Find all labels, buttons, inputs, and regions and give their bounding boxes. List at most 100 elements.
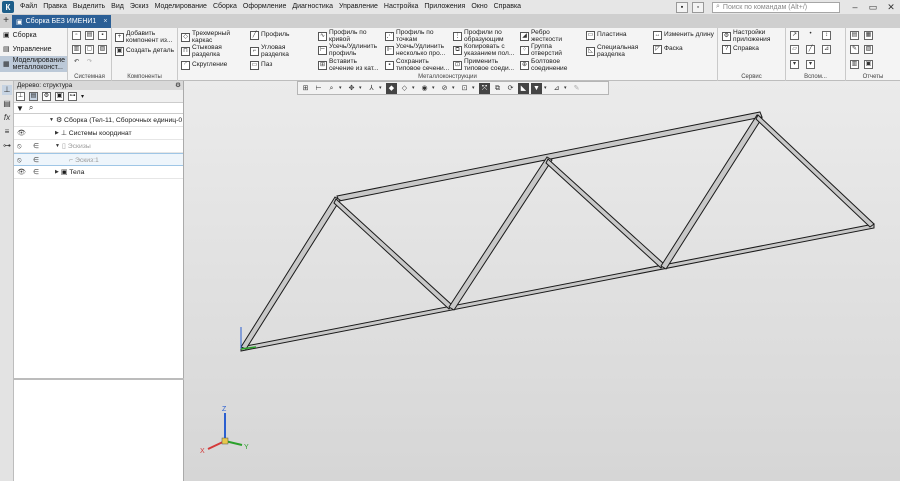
plate-button[interactable]: ▭ Пластина [586,31,627,40]
hole-group-button[interactable]: ⁘ Группа отверстий [520,43,571,57]
menu-view[interactable]: Вид [108,0,127,14]
apply-section-button[interactable]: ⊡ Применить типовое соеди... [453,58,518,72]
help-button[interactable]: ? Справка [722,45,759,54]
mode-metal-structures[interactable]: ▦ Моделирование металлоконст... [0,56,67,72]
special-cut-button[interactable]: ◺ Специальная разделка [586,44,645,58]
close-window-icon[interactable]: ✕ [882,0,900,14]
app-settings-button[interactable]: ⚙ Настройки приложения [722,29,783,43]
trim-multi-button[interactable]: ⊩ Усечь/Удлинить несколько про... [385,43,450,57]
tree-components-icon[interactable]: ⚙ [42,91,51,101]
save-icon[interactable]: ▪ [98,31,107,40]
print-icon[interactable]: ▥ [72,45,81,54]
save-section-button[interactable]: ▪ Сохранить типовое сечени... [385,58,450,72]
trim-extend-button[interactable]: ⊢ Усечь/Удлинить профиль [318,43,381,57]
truss-diagonal-5[interactable] [660,114,763,270]
collapse-arrow-icon[interactable]: ▼ [49,114,54,127]
structure-icon[interactable]: ⊶ [2,141,12,151]
truss-top-chord[interactable] [336,111,763,202]
menu-control[interactable]: Управление [336,0,381,14]
change-length-button[interactable]: ↔ Изменить длину [653,31,714,40]
tab-assembly-document[interactable]: ▣ Сборка БЕЗ ИМЕНИ1 × [12,15,112,28]
profile-generatrix-button[interactable]: ⋮ Профили по образующим [453,29,512,43]
fillet-button[interactable]: ◜ Скругление [181,61,227,70]
new-tab-button[interactable]: + [0,15,12,28]
rib-button[interactable]: ◢ Ребро жесткости [520,29,571,43]
tree-structure-icon[interactable]: ▤ [29,91,38,101]
menu-file[interactable]: Файл [17,0,40,14]
save-icon[interactable]: ▪ [676,1,688,13]
3d-viewport[interactable]: ⊞ ⊢ ⌕ ▾ ✥ ▾ ⅄ ▾ ◆ ◇ ▾ ◉ ▾ ⊘ ▾ ⊡ ▾ ⤧ ⧉ ⟳ … [184,81,900,481]
line-icon[interactable]: ╱ [806,45,815,54]
properties-panel-icon[interactable]: ▤ [2,99,12,109]
aux-menu-icon[interactable]: ▾ [790,60,799,69]
constraint-icon[interactable]: ↕ [822,31,831,40]
truss-bottom-chord[interactable] [240,223,875,352]
preview-icon[interactable]: ▢ [85,45,94,54]
app-logo[interactable]: К [2,1,14,13]
menu-sketch[interactable]: Эскиз [127,0,152,14]
expand-arrow-icon[interactable]: ▶ [55,166,59,179]
tree-item-sketches[interactable]: ⦸ ∈ ▼ ▯ Эскизы [14,140,183,153]
layers-icon[interactable]: ≡ [2,127,12,137]
profile-points-button[interactable]: ⋰ Профиль по точкам [385,29,440,43]
add-component-button[interactable]: + Добавить компонент из... [115,30,178,44]
panel-splitter[interactable] [14,378,184,380]
create-part-button[interactable]: ▣ Создать деталь [115,47,174,56]
menu-edit[interactable]: Правка [40,0,70,14]
axis-icon[interactable]: ↗ [790,31,799,40]
new-document-icon[interactable]: ▫ [72,31,81,40]
collapse-arrow-icon[interactable]: ▼ [55,140,60,153]
point-icon[interactable]: • [806,31,815,40]
menu-apps[interactable]: Приложения [421,0,468,14]
report-export-icon[interactable]: ▣ [864,60,873,69]
tree-panel-icon[interactable]: ⊥ [2,85,12,95]
plane-icon[interactable]: ▱ [790,45,799,54]
truss-diagonal-3[interactable] [448,156,553,311]
report-table-icon[interactable]: ▦ [864,31,873,40]
report-icon[interactable]: ▤ [850,31,859,40]
open-folder-icon[interactable]: ▤ [85,31,94,40]
profile-curve-button[interactable]: ∿ Профиль по кривой [318,29,377,43]
aux-extra-icon[interactable]: ▾ [806,60,815,69]
mode-control[interactable]: ▤ Управление [0,42,67,56]
copy-indicated-button[interactable]: ⧉ Копировать с указанием пол... [453,43,518,57]
truss-model[interactable] [240,111,875,352]
mode-assembly[interactable]: ▣ Сборка [0,28,67,42]
menu-window[interactable]: Окно [468,0,490,14]
filter-icon[interactable]: ▼ [16,104,24,113]
menu-diagnostics[interactable]: Диагностика [289,0,336,14]
redo-icon[interactable]: ↷ [85,59,94,68]
butt-joint-button[interactable]: ⊓ Стыковая разделка [181,44,242,58]
report-spec-icon[interactable]: ▥ [850,60,859,69]
truss-diagonal-4[interactable] [545,158,665,269]
measure-icon[interactable]: ⊿ [822,45,831,54]
menu-assembly[interactable]: Сборка [210,0,240,14]
menu-help[interactable]: Справка [491,0,524,14]
corner-joint-button[interactable]: ⌐ Угловая разделка [250,44,303,58]
report-edit-icon[interactable]: ✎ [850,45,859,54]
tree-item-assembly[interactable]: ▼ ⚙ Сборка (Тел-11, Сборочных единиц-0 [14,114,183,127]
hidden-eye-icon[interactable]: ⦸ [17,140,22,153]
tree-item-coordinate-systems[interactable]: 👁 ▶ ⊥ Системы координат [14,127,183,140]
maximize-icon[interactable]: ▭ [864,0,882,14]
eye-icon[interactable]: 👁 [17,127,26,140]
report-doc-icon[interactable]: ▧ [864,45,873,54]
gear-icon[interactable]: ⚙ [175,81,181,90]
undo-icon[interactable]: ↶ [72,59,81,68]
orientation-triad[interactable]: Z X Y [200,406,249,455]
layout-icon[interactable]: ▫ [692,1,704,13]
truss-diagonal-1[interactable] [240,196,341,350]
slot-button[interactable]: ▭ Паз [250,61,272,70]
variables-icon[interactable]: fx [2,113,12,123]
eye-icon[interactable]: 👁 [17,166,26,179]
tree-item-bodies[interactable]: 👁 ∈ ▶ ▣ Тела [14,166,183,179]
truss-diagonal-6[interactable] [755,114,875,228]
tree-bodies-icon[interactable]: ▣ [55,91,64,101]
menu-design[interactable]: Оформление [240,0,289,14]
minimize-icon[interactable]: – [846,0,864,14]
tree-item-sketch-1[interactable]: ⦸ ∈ ⌐ Эскиз:1 [14,153,183,166]
menu-modeling[interactable]: Моделирование [152,0,210,14]
insert-section-button[interactable]: ⊞ Вставить сечение из кат... [318,58,381,72]
properties-icon[interactable]: ▧ [98,45,107,54]
menu-select[interactable]: Выделить [70,0,108,14]
